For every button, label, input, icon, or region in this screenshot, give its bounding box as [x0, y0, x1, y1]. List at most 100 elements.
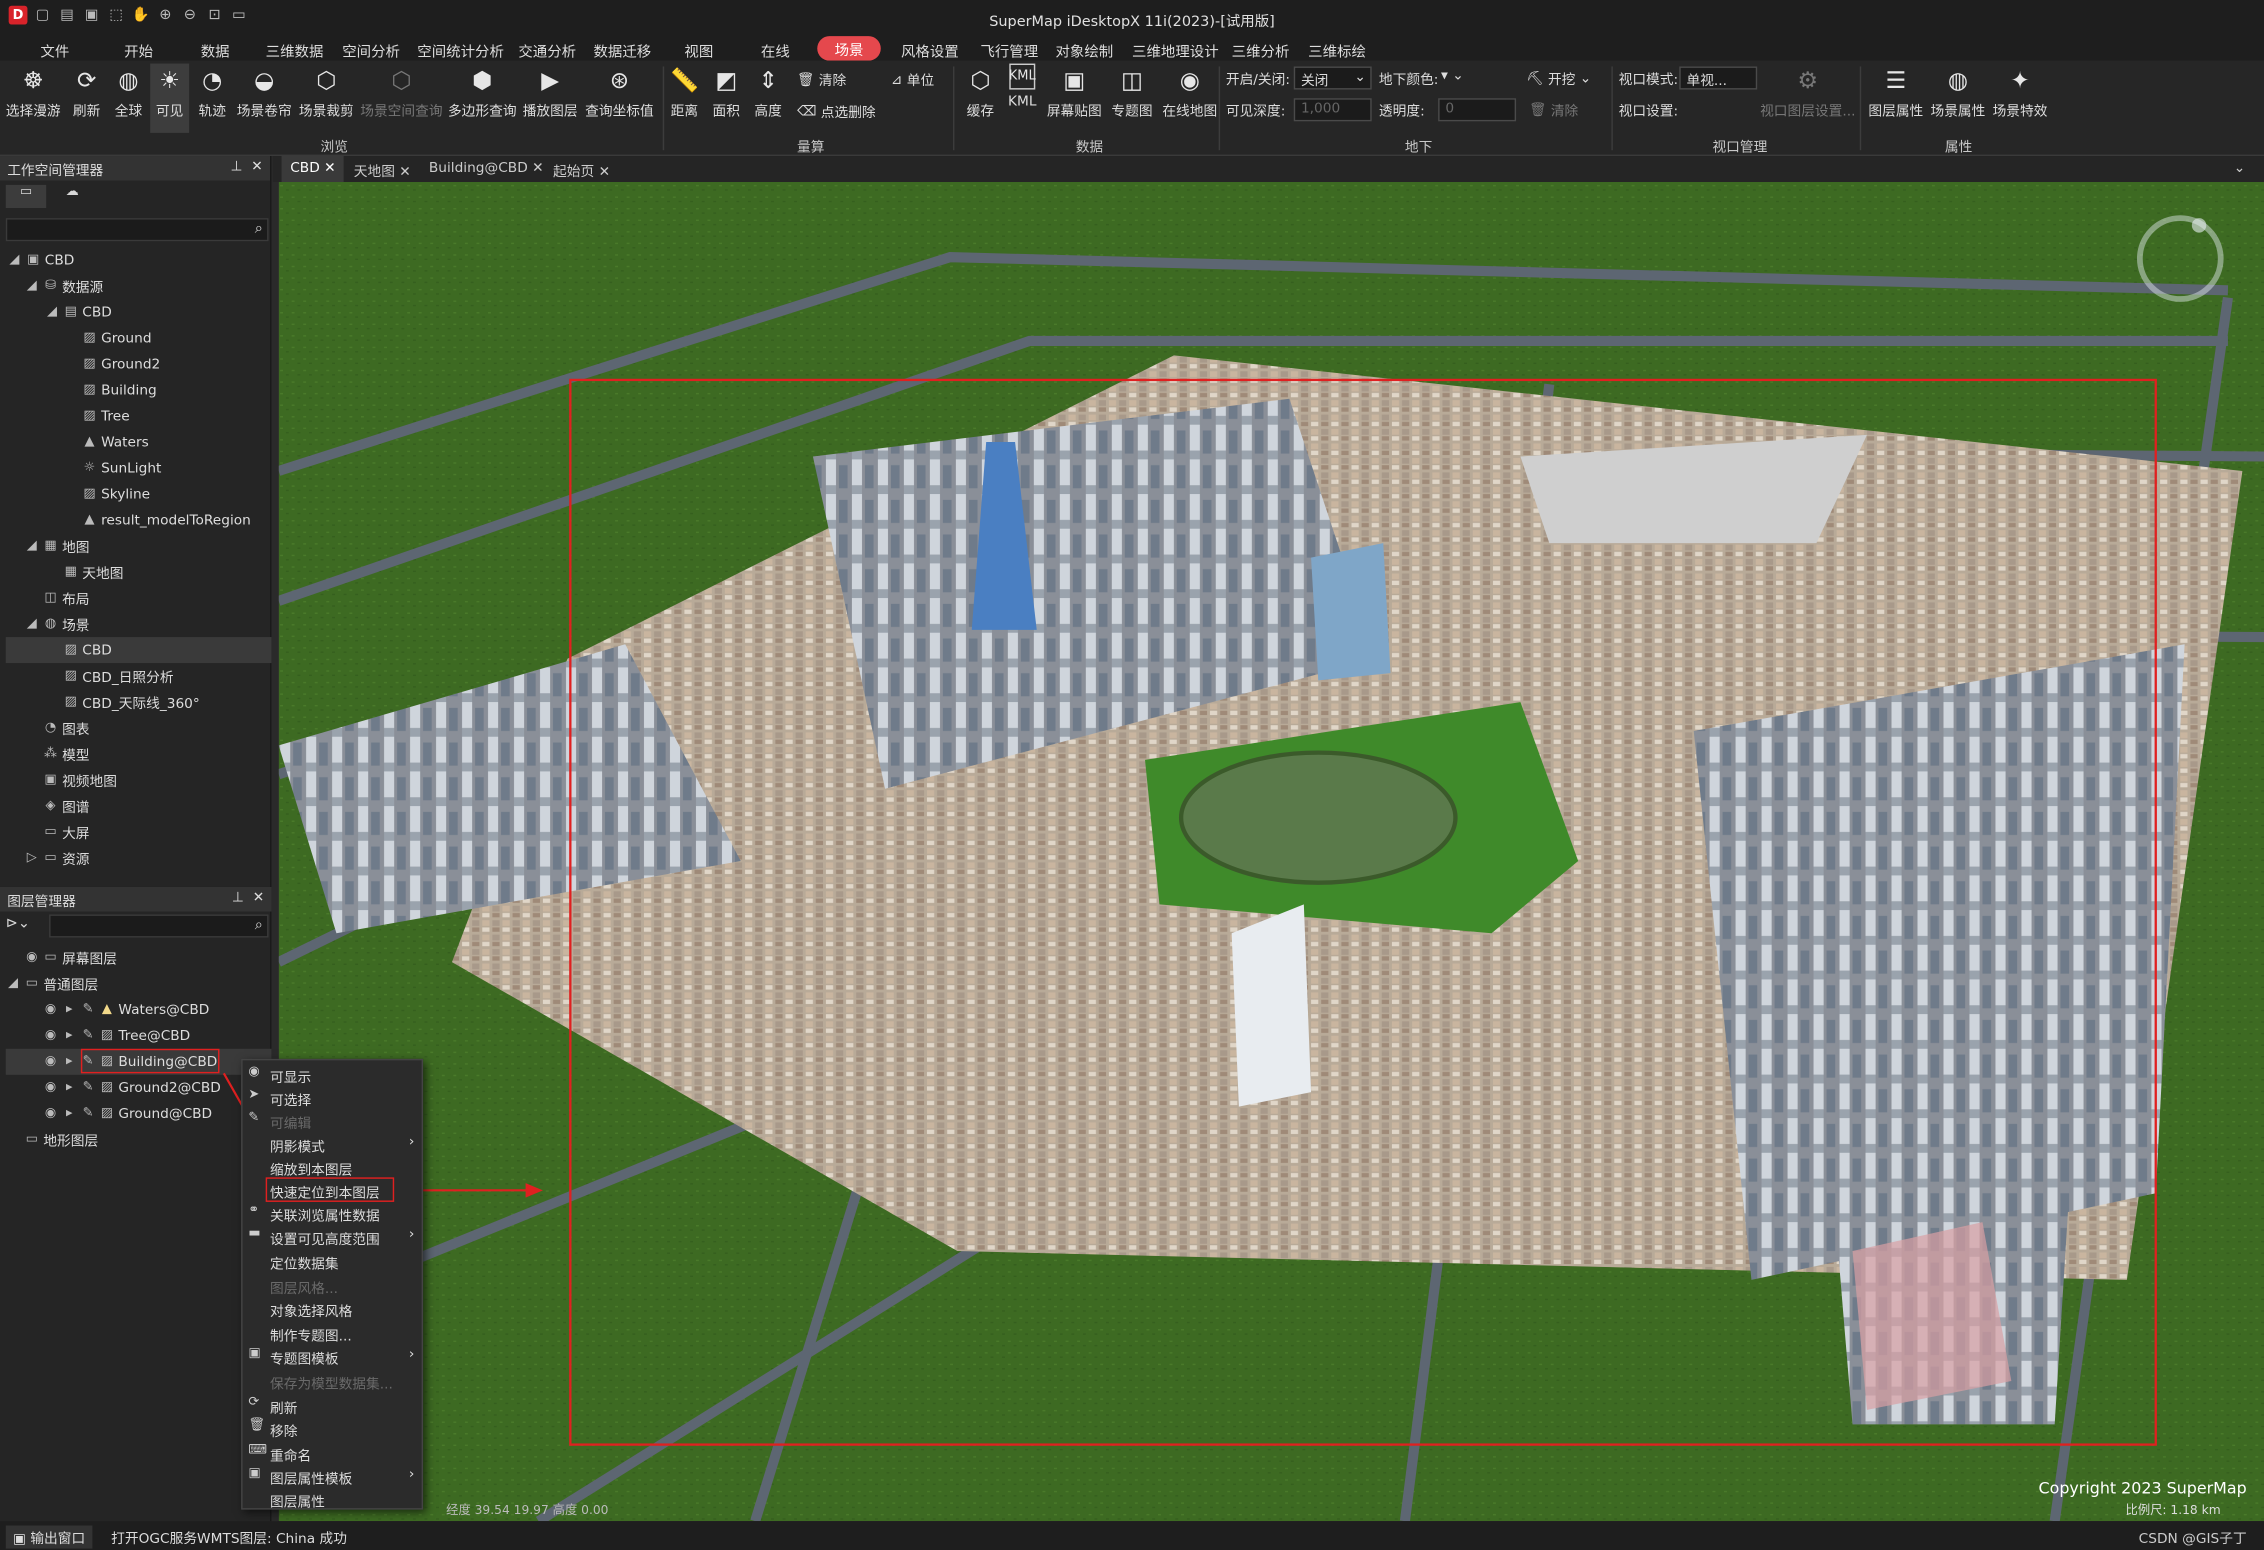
eye-icon[interactable]: ◉	[43, 1003, 57, 1017]
eye-icon[interactable]: ◉	[25, 951, 39, 965]
tree-node-dataset[interactable]: ▲ Waters	[82, 429, 149, 455]
add-layer-icon[interactable]: ⊳⌄	[6, 916, 30, 932]
tree-node-models[interactable]: ⁂ 模型	[43, 741, 90, 767]
unit-button[interactable]: ⊿ 单位	[891, 69, 934, 90]
tree-node-video-maps[interactable]: ▣ 视频地图	[43, 767, 117, 793]
layer-properties-button[interactable]: ☰ 图层属性	[1868, 64, 1923, 120]
pin-icon[interactable]: ⊥	[231, 159, 243, 175]
close-icon[interactable]: ✕	[324, 160, 336, 176]
close-icon[interactable]: ✕	[399, 165, 411, 181]
tab-start-page[interactable]: 起始页 ✕	[544, 156, 618, 182]
menu-traffic-analysis[interactable]: 交通分析	[518, 39, 576, 61]
tab-tianditu[interactable]: 天地图 ✕	[345, 156, 419, 182]
collapse-arrow-icon[interactable]: ◢	[45, 305, 59, 319]
menu-item-editable[interactable]: ✎ 可编辑	[243, 1109, 422, 1133]
tree-node-dataset[interactable]: ▲ result_modelToRegion	[82, 507, 251, 533]
track-button[interactable]: ◔ 轨迹	[185, 64, 240, 120]
viewport-mode-select[interactable]: 单视...	[1679, 66, 1758, 90]
collapse-arrow-icon[interactable]: ◢	[6, 977, 20, 991]
tree-node-dataset[interactable]: ▨ Building	[82, 377, 156, 403]
play-layer-button[interactable]: ▶ 播放图层	[523, 64, 578, 120]
tabs-overflow-icon[interactable]: ⌄	[2225, 156, 2254, 182]
menu-object-draw[interactable]: 对象绘制	[1055, 39, 1113, 61]
workspace-search-input[interactable]: ⌕	[5, 218, 269, 242]
menu-flight[interactable]: 飞行管理	[980, 39, 1038, 61]
scene-swipe-button[interactable]: ◒ 场景卷帘	[237, 64, 292, 120]
layer-node-ground[interactable]: ◉ ▸ ✎ ▨ Ground@CBD	[43, 1101, 212, 1127]
tree-node-charts[interactable]: ◔ 图表	[43, 715, 90, 741]
expand-arrow-icon[interactable]: ▸	[62, 1003, 76, 1017]
edit-icon[interactable]: ✎	[81, 1081, 95, 1095]
tree-node-workspace[interactable]: ◢ ▣ CBD	[7, 247, 74, 273]
close-icon[interactable]: ✕	[253, 890, 265, 906]
menu-3d-data[interactable]: 三维数据	[266, 39, 324, 61]
layer-node-normal[interactable]: ◢ ▭ 普通图层	[6, 971, 98, 997]
output-window-button[interactable]: ▣ 输出窗口	[5, 1525, 93, 1549]
clear-measure-button[interactable]: 🗑 清除	[797, 69, 846, 90]
menu-item-visible-height-range[interactable]: ▬ 设置可见高度范围 ›	[243, 1225, 422, 1248]
expand-arrow-icon[interactable]: ▸	[62, 1055, 76, 1069]
tree-node-dataset[interactable]: ☼ SunLight	[82, 455, 162, 481]
cloud-view-icon[interactable]: ☁	[52, 185, 92, 208]
tree-node-datasources[interactable]: ◢ ⛁ 数据源	[25, 273, 104, 299]
layer-node-waters[interactable]: ◉ ▸ ✎ ▲ Waters@CBD	[43, 997, 210, 1023]
underground-clear-button[interactable]: 🗑 清除	[1529, 100, 1578, 120]
expand-arrow-icon[interactable]: ▸	[62, 1029, 76, 1043]
menu-item-layer-attr-template[interactable]: ▣ 图层属性模板 ›	[243, 1465, 422, 1488]
tree-node-layouts[interactable]: ◫ 布局	[43, 585, 89, 611]
layer-search-input[interactable]: ⌕	[49, 914, 269, 938]
menu-item-selectable[interactable]: ➤ 可选择	[243, 1086, 422, 1110]
menu-item-shadow-mode[interactable]: 阴影模式 ›	[243, 1133, 422, 1156]
workspace-view-icon[interactable]: ▭	[5, 184, 47, 209]
collapse-arrow-icon[interactable]: ◢	[25, 279, 39, 293]
underground-toggle-select[interactable]: 关闭 ⌄	[1293, 66, 1372, 90]
menu-item-visible[interactable]: ◉ 可显示	[243, 1063, 422, 1087]
menu-file[interactable]: 文件	[40, 39, 69, 61]
collapse-arrow-icon[interactable]: ◢	[25, 539, 39, 553]
menu-data[interactable]: 数据	[201, 39, 230, 61]
scene-effects-button[interactable]: ✦ 场景特效	[1993, 64, 2048, 120]
scene-clip-button[interactable]: ⬡ 场景裁剪	[299, 64, 354, 120]
menu-3d-geodesign[interactable]: 三维地理设计	[1132, 39, 1219, 61]
close-icon[interactable]: ✕	[532, 160, 544, 176]
menu-item-zoom-to-layer[interactable]: 缩放到本图层	[243, 1156, 422, 1179]
menu-data-migration[interactable]: 数据迁移	[593, 39, 651, 61]
menu-3d-analysis[interactable]: 三维分析	[1232, 39, 1290, 61]
tree-node-scenes[interactable]: ◢ ◍ 场景	[25, 611, 90, 637]
expand-arrow-icon[interactable]: ▸	[62, 1081, 76, 1095]
visible-button[interactable]: ☀ 可见	[150, 63, 190, 133]
height-button[interactable]: ⇕ 高度	[741, 64, 796, 120]
collapse-arrow-icon[interactable]: ◢	[25, 617, 39, 631]
edit-icon[interactable]: ✎	[81, 1029, 95, 1043]
menu-spatial-statistics[interactable]: 空间统计分析	[417, 39, 504, 61]
tree-node-dataset[interactable]: ▨ Tree	[82, 403, 129, 429]
eye-icon[interactable]: ◉	[43, 1055, 57, 1069]
tree-node-datasource-cbd[interactable]: ◢ ▤ CBD	[45, 299, 112, 325]
edit-icon[interactable]: ✎	[81, 1003, 95, 1017]
edit-icon[interactable]: ✎	[81, 1107, 95, 1121]
excavate-button[interactable]: ⛏ 开挖 ⌄	[1526, 68, 1591, 88]
menu-item-refresh[interactable]: ⟳ 刷新	[243, 1394, 422, 1417]
layer-node-ground2[interactable]: ◉ ▸ ✎ ▨ Ground2@CBD	[43, 1075, 221, 1101]
menu-item-remove[interactable]: 🗑 移除	[243, 1417, 422, 1441]
transparency-input[interactable]: 0	[1438, 98, 1517, 122]
close-icon[interactable]: ✕	[599, 165, 611, 181]
pick-delete-button[interactable]: ⌫ 点选删除	[797, 101, 876, 121]
tree-node-resources[interactable]: ▷ ▭ 资源	[25, 845, 90, 871]
expand-arrow-icon[interactable]: ▸	[62, 1107, 76, 1121]
menu-online[interactable]: 在线	[761, 39, 790, 61]
pin-icon[interactable]: ⊥	[232, 890, 244, 906]
globe-button[interactable]: ◍ 全球	[101, 64, 156, 120]
tree-node-dataset[interactable]: ▨ Ground	[82, 325, 151, 351]
tree-node-scene[interactable]: ▨ CBD_天际线_360°	[64, 689, 200, 715]
collapse-arrow-icon[interactable]: ◢	[7, 253, 21, 267]
thematic-map-button[interactable]: ◫ 专题图	[1105, 64, 1160, 120]
tree-node-dataset[interactable]: ▨ Ground2	[82, 351, 160, 377]
tree-node-scene-cbd[interactable]: ▨ CBD	[64, 637, 112, 663]
eye-icon[interactable]: ◉	[43, 1029, 57, 1043]
menu-item-selection-style[interactable]: 对象选择风格	[243, 1297, 422, 1320]
select-roam-button[interactable]: ☸ 选择漫游	[6, 64, 61, 120]
menu-item-layer-properties[interactable]: 图层属性	[243, 1488, 422, 1511]
tree-node-map[interactable]: ▦ 天地图	[64, 559, 124, 585]
menu-3d-plot[interactable]: 三维标绘	[1308, 39, 1366, 61]
